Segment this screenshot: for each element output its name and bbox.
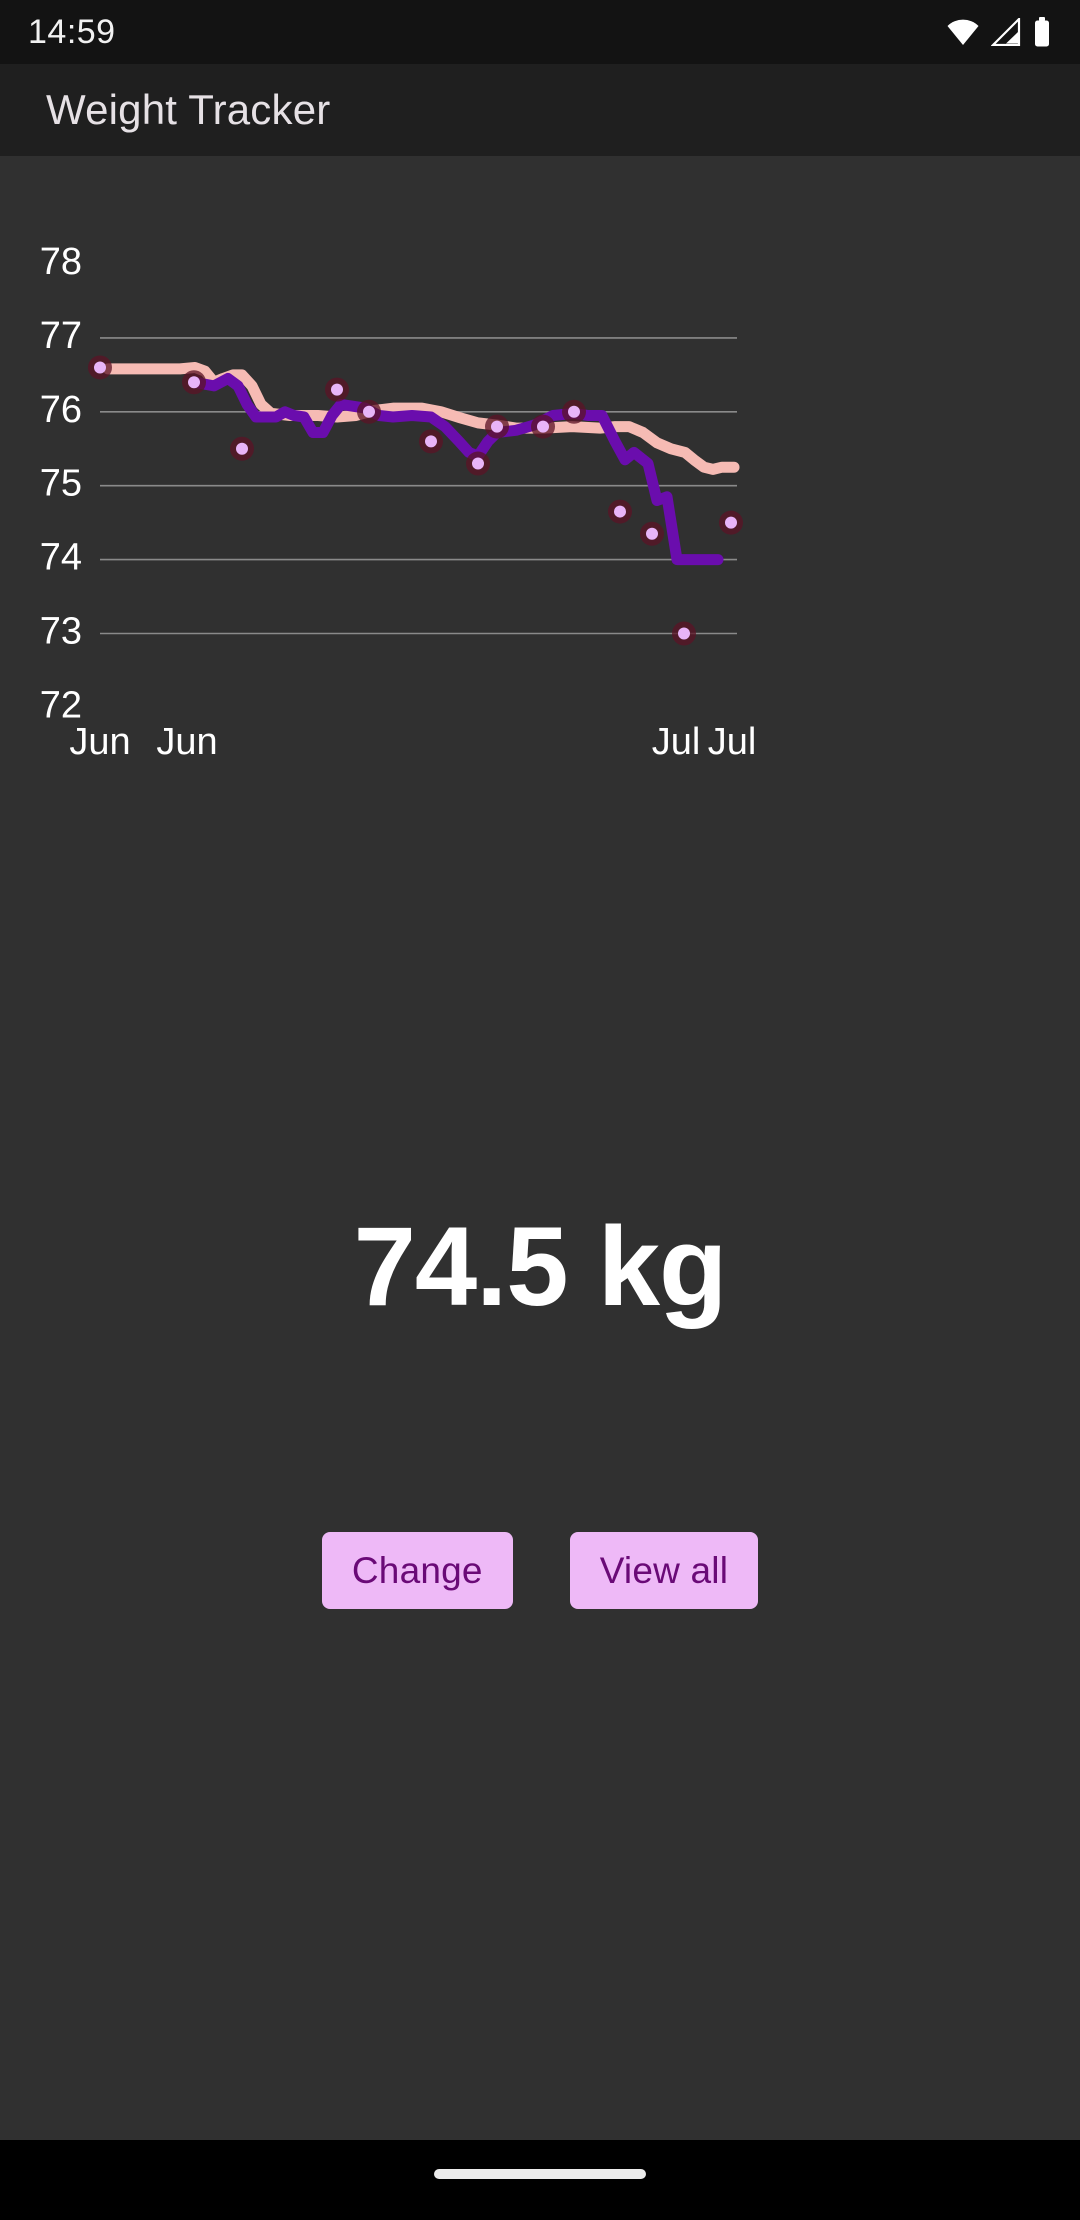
data-point[interactable]	[614, 505, 626, 518]
phone-screen: 14:59 Weight Tracker 78 77 76 75 74 73 7…	[0, 0, 1080, 2220]
data-point[interactable]	[537, 420, 549, 433]
data-point[interactable]	[94, 361, 106, 374]
data-point[interactable]	[236, 442, 248, 455]
x-axis-tick-label: Jun	[156, 721, 217, 763]
chart-y-axis-labels: 78777675747372	[40, 241, 82, 726]
data-point[interactable]	[725, 516, 737, 529]
y-axis-tick-label: 73	[40, 611, 82, 653]
x-axis-tick-label: Jun	[69, 721, 130, 763]
measurement-line-path	[188, 373, 724, 566]
status-bar: 14:59	[0, 0, 1080, 64]
data-point[interactable]	[646, 527, 658, 540]
weight-chart[interactable]: 78 77 76 75 74 73 72 Jun Jun Jul Jul	[0, 156, 1080, 796]
y-axis-tick-label: 77	[40, 315, 82, 357]
data-point[interactable]	[568, 405, 580, 418]
battery-icon	[1032, 17, 1052, 47]
data-point[interactable]	[491, 420, 503, 433]
status-bar-clock: 14:59	[28, 13, 116, 51]
wifi-icon	[946, 18, 980, 46]
chart-x-axis-labels: Jun Jun Jul Jul	[69, 721, 756, 763]
y-axis-tick-label: 74	[40, 537, 82, 579]
x-axis-tick-label: Jul	[652, 721, 701, 763]
weight-chart-svg[interactable]: 78777675747372 Jun Jun Jul Jul	[0, 156, 1080, 796]
data-point[interactable]	[472, 457, 484, 470]
home-gesture-handle[interactable]	[434, 2169, 646, 2179]
data-point[interactable]	[678, 627, 690, 640]
y-axis-tick-label: 78	[40, 241, 82, 283]
system-navigation-bar	[0, 2140, 1080, 2220]
page-title: Weight Tracker	[46, 86, 331, 133]
view-all-button[interactable]: View all	[569, 1532, 759, 1609]
y-axis-tick-label: 75	[40, 463, 82, 505]
status-bar-icons	[946, 17, 1052, 47]
data-point[interactable]	[331, 383, 343, 396]
cellular-signal-icon	[991, 18, 1021, 46]
app-bar: Weight Tracker	[0, 64, 1080, 156]
x-axis-tick-label: Jul	[708, 721, 757, 763]
data-point[interactable]	[188, 376, 200, 389]
measurement-line	[188, 373, 724, 566]
data-point[interactable]	[425, 435, 437, 448]
measurement-points	[88, 355, 743, 646]
data-point[interactable]	[363, 405, 375, 418]
action-button-row: Change View all	[0, 1532, 1080, 1609]
y-axis-tick-label: 76	[40, 389, 82, 431]
main-content: 78 77 76 75 74 73 72 Jun Jun Jul Jul 74.5 kg Chan…	[0, 156, 1080, 2140]
current-weight-value: 74.5 kg	[353, 1204, 728, 1329]
change-button[interactable]: Change	[321, 1532, 513, 1609]
